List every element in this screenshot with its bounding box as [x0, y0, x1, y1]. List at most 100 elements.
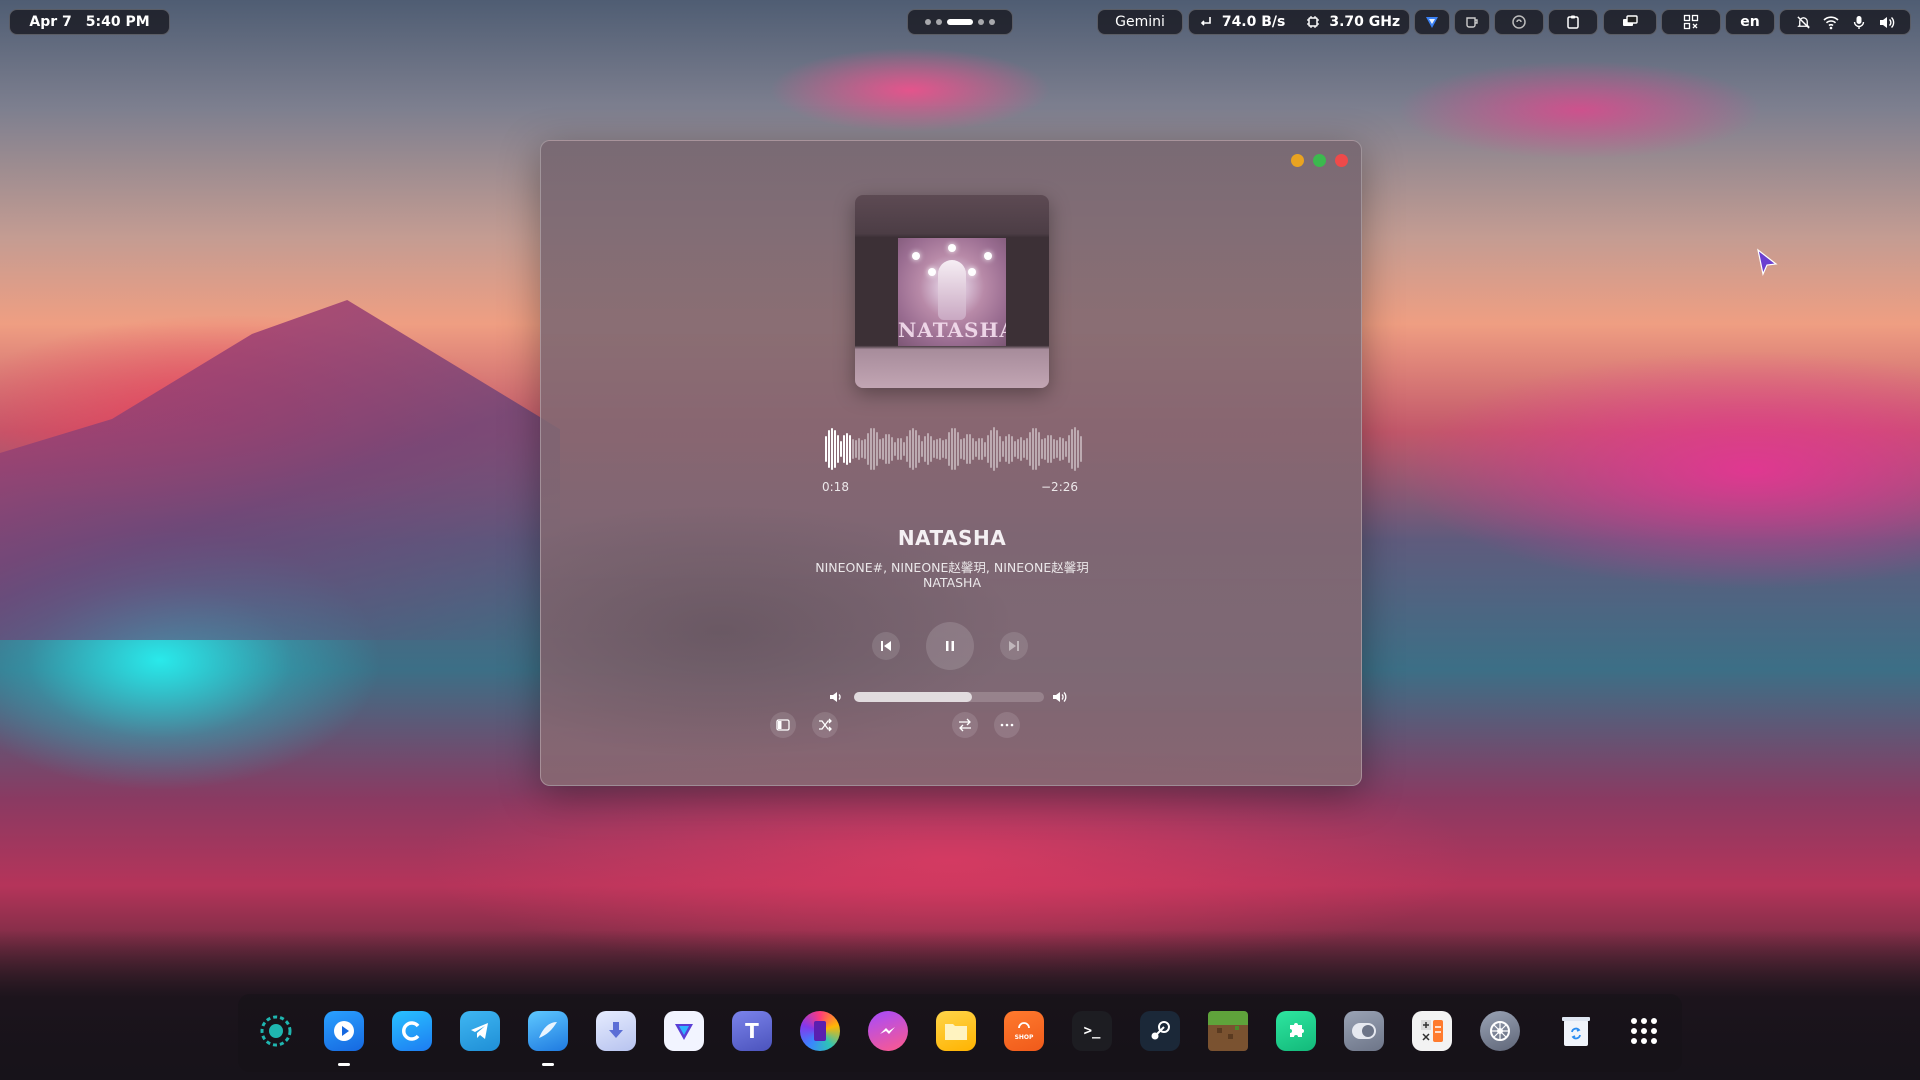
telegram-icon[interactable] — [460, 1011, 500, 1051]
messenger-icon[interactable] — [868, 1011, 908, 1051]
display-tray-button[interactable] — [1603, 9, 1657, 35]
waveform-bar — [1062, 438, 1064, 460]
waveform-bar — [1011, 436, 1013, 462]
downloader-icon[interactable] — [596, 1011, 636, 1051]
waveform-bar — [864, 438, 866, 460]
previous-button[interactable] — [872, 632, 900, 660]
display-icon — [1622, 14, 1638, 30]
waveform-bar — [951, 428, 953, 470]
screenshot-icon — [1683, 14, 1699, 30]
waveform-bar — [1017, 438, 1019, 460]
volume-low-icon[interactable] — [828, 689, 844, 705]
waveform-bar — [972, 438, 974, 460]
sync-tray-button[interactable] — [1494, 9, 1544, 35]
volume-high-icon[interactable] — [1052, 689, 1068, 705]
wallpaper-mountain — [0, 300, 560, 640]
toggle-app-icon[interactable] — [1344, 1011, 1384, 1051]
sidebar-toggle-button[interactable] — [770, 712, 796, 738]
more-options-button[interactable] — [994, 712, 1020, 738]
waveform-bar — [900, 438, 902, 460]
waveform-bar — [879, 439, 881, 459]
mug-tray-button[interactable] — [1454, 9, 1490, 35]
files-icon[interactable] — [936, 1011, 976, 1051]
workspace-indicator[interactable] — [907, 9, 1013, 35]
clipboard-tray-button[interactable] — [1548, 9, 1598, 35]
trash-icon[interactable] — [1556, 1011, 1596, 1051]
workspace-dot[interactable] — [978, 19, 984, 25]
launcher-icon[interactable] — [256, 1011, 296, 1051]
waveform-bar — [870, 428, 872, 470]
remaining-time: −2:26 — [1041, 480, 1079, 494]
vpn-tray-button[interactable] — [1414, 9, 1450, 35]
maximize-button[interactable] — [1313, 154, 1326, 167]
waveform-bar — [1005, 435, 1007, 463]
waveform-bar — [1074, 427, 1076, 471]
waveform-scrubber[interactable] — [825, 424, 1087, 474]
waveform-bar — [915, 429, 917, 469]
app-grid-icon[interactable] — [1624, 1011, 1664, 1051]
close-button[interactable] — [1335, 154, 1348, 167]
waveform-bar — [852, 439, 854, 459]
teams-icon[interactable]: T — [732, 1011, 772, 1051]
minimize-button[interactable] — [1291, 154, 1304, 167]
running-indicator — [338, 1063, 350, 1066]
album-art-frame: NATASHA — [855, 195, 1049, 388]
shuffle-button[interactable] — [812, 712, 838, 738]
clock-widget[interactable]: Apr 7 5:40 PM — [9, 9, 170, 35]
phone-link-icon[interactable] — [800, 1011, 840, 1051]
play-pause-button[interactable] — [926, 622, 974, 670]
waveform-bar — [1014, 440, 1016, 458]
extensions-icon[interactable] — [1276, 1011, 1316, 1051]
waveform-bar — [933, 440, 935, 458]
language-button[interactable]: en — [1725, 9, 1775, 35]
waveform-bar — [885, 433, 887, 465]
shop-label: SHOP — [1014, 1033, 1034, 1041]
volume-icon — [1879, 14, 1895, 30]
waveform-bar — [1071, 429, 1073, 469]
minecraft-icon[interactable] — [1208, 1011, 1248, 1051]
waveform-bar — [993, 427, 995, 471]
waveform-bar — [957, 432, 959, 466]
album-art: NATASHA — [898, 238, 1006, 346]
waveform-bar — [948, 432, 950, 466]
waveform-bar — [927, 433, 929, 465]
settings-icon[interactable] — [1480, 1011, 1520, 1051]
waveform-bar — [897, 438, 899, 460]
workspace-dot[interactable] — [989, 19, 995, 25]
waveform-bar — [912, 427, 914, 471]
music-player-window[interactable]: NATASHA 0:18 −2:26 NATASHA NINEONE#, NIN… — [540, 140, 1362, 786]
browser-c-icon[interactable] — [392, 1011, 432, 1051]
assistant-button[interactable]: Gemini — [1097, 9, 1183, 35]
screenshot-tray-button[interactable] — [1661, 9, 1721, 35]
next-button[interactable] — [1000, 632, 1028, 660]
waveform-bar — [1047, 434, 1049, 464]
video-player-icon[interactable] — [324, 1011, 364, 1051]
steam-icon[interactable] — [1140, 1011, 1180, 1051]
assistant-label: Gemini — [1115, 14, 1165, 30]
repeat-button[interactable] — [952, 712, 978, 738]
waveform-bar — [840, 441, 842, 457]
waveform-bar — [825, 436, 827, 462]
album-art-text: NATASHA — [898, 318, 1006, 342]
music-player-icon[interactable] — [528, 1011, 568, 1051]
waveform-bar — [858, 438, 860, 460]
cpu-frequency: 3.70 GHz — [1329, 14, 1401, 30]
volume-slider[interactable] — [854, 692, 1044, 702]
workspace-dot[interactable] — [936, 19, 942, 25]
waveform-bar — [903, 441, 905, 457]
waveform-bar — [1044, 438, 1046, 460]
waveform-bar — [1038, 432, 1040, 466]
vpn-app-icon[interactable] — [664, 1011, 704, 1051]
status-area[interactable] — [1779, 9, 1911, 35]
waveform-bar — [873, 428, 875, 470]
teams-glyph: T — [745, 1019, 759, 1043]
system-monitor[interactable]: 74.0 B/s 3.70 GHz — [1188, 9, 1410, 35]
shop-icon[interactable]: SHOP — [1004, 1011, 1044, 1051]
terminal-icon[interactable]: >_ — [1072, 1011, 1112, 1051]
waveform-bar — [846, 432, 848, 466]
calculator-icon[interactable] — [1412, 1011, 1452, 1051]
workspace-dot[interactable] — [925, 19, 931, 25]
waveform-bar — [1002, 441, 1004, 457]
workspace-dot-active[interactable] — [947, 19, 973, 25]
waveform-bar — [882, 437, 884, 460]
